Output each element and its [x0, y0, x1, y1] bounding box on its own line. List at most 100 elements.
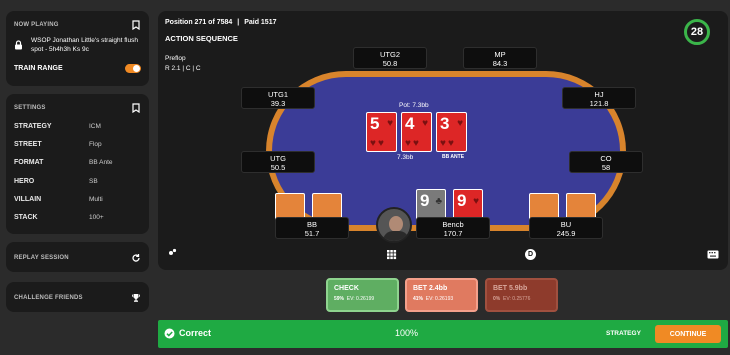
seat-hj[interactable]: HJ 121.8 — [562, 87, 636, 109]
seat-co[interactable]: CO 58 — [569, 151, 643, 173]
board-card-3: 3 ♥ ♥♥ — [436, 112, 467, 152]
setting-value: ICM — [89, 123, 101, 130]
action-frequency: 59% EV: 0.26199 — [334, 296, 391, 302]
now-playing-title[interactable]: WSOP Jonathan Little's straight flush sp… — [31, 36, 141, 54]
check-action-button[interactable]: CHECK 59% EV: 0.26199 — [326, 278, 399, 312]
train-range-toggle[interactable] — [125, 64, 141, 73]
seat-stack: 245.9 — [556, 229, 576, 238]
seat-name: UTG1 — [267, 90, 288, 99]
continue-button[interactable]: CONTINUE — [655, 325, 721, 343]
seat-bu[interactable]: BU 245.9 — [529, 217, 603, 239]
now-playing-heading: NOW PLAYING — [14, 22, 59, 28]
challenge-friends-label: CHALLENGE FRIENDS — [14, 295, 83, 301]
seat-stack: 50.5 — [270, 163, 286, 172]
seat-stack: 51.7 — [304, 229, 320, 238]
seat-name: Bencb — [442, 220, 464, 229]
setting-key: STRATEGY — [14, 123, 52, 130]
action-ev: EV: 0.26199 — [346, 296, 375, 302]
setting-key: STREET — [14, 141, 42, 148]
setting-hero[interactable]: HERO SB — [14, 178, 144, 185]
card-suit-pips: ♥♥ — [440, 138, 456, 149]
ante-label: BB ANTE — [442, 154, 465, 160]
setting-key: STACK — [14, 214, 38, 221]
poker-table-area: Position 271 of 7584 | Paid 1517 ACTION … — [158, 11, 728, 270]
train-range-row: TRAIN RANGE — [14, 64, 141, 73]
timer-badge: 28 — [684, 19, 710, 45]
seat-stack: 121.8 — [589, 99, 609, 108]
action-list: R 2.1 | C | C — [165, 65, 201, 72]
keyboard-icon[interactable] — [707, 250, 719, 259]
seat-stack: 50.8 — [382, 59, 398, 68]
card-suit-pips: ♥♥ — [370, 138, 386, 149]
setting-value: Multi — [89, 196, 103, 203]
board-card-2: 4 ♥ ♥♥ — [401, 112, 432, 152]
chips-icon[interactable] — [168, 247, 178, 257]
settings-panel: SETTINGS STRATEGY ICM STREET Flop FORMAT BB… — [6, 94, 149, 234]
refresh-icon — [132, 254, 140, 262]
seat-stack: 58 — [601, 163, 611, 172]
correct-label: Correct — [179, 328, 212, 338]
dealer-button: D — [525, 249, 536, 260]
position-info: Position 271 of 7584 | Paid 1517 — [165, 19, 277, 26]
seat-name: UTG — [270, 154, 286, 163]
replay-session-button[interactable]: REPLAY SESSION — [6, 242, 149, 272]
seat-stack: 170.7 — [443, 229, 463, 238]
settings-heading: SETTINGS — [14, 105, 46, 111]
setting-strategy[interactable]: STRATEGY ICM — [14, 123, 144, 130]
setting-format[interactable]: FORMAT BB Ante — [14, 159, 144, 166]
setting-key: HERO — [14, 178, 35, 185]
card-suit-pips: ♥♥ — [405, 138, 421, 149]
avatar — [376, 207, 412, 243]
grid-icon[interactable] — [386, 249, 397, 260]
bet-small-action-button[interactable]: BET 2.4bb 41% EV: 0.26193 — [405, 278, 478, 312]
bookmark-icon[interactable] — [131, 103, 141, 113]
card-suit: ♥ — [473, 196, 479, 207]
seat-name: BU — [560, 220, 572, 229]
bet-large-action-button[interactable]: BET 5.9bb 0% EV: 0.25776 — [485, 278, 558, 312]
setting-value: BB Ante — [89, 159, 113, 166]
card-suit: ♥ — [457, 118, 463, 129]
setting-street[interactable]: STREET Flop — [14, 141, 144, 148]
lock-icon — [15, 40, 22, 50]
seat-mp[interactable]: MP 84.3 — [463, 47, 537, 69]
action-sequence-title: ACTION SEQUENCE — [165, 34, 238, 43]
train-range-label: TRAIN RANGE — [14, 65, 63, 72]
card-rank: 4 — [405, 114, 415, 133]
replay-session-label: REPLAY SESSION — [14, 255, 69, 261]
now-playing-title-row: WSOP Jonathan Little's straight flush sp… — [14, 36, 141, 54]
now-playing-header: NOW PLAYING — [14, 20, 141, 30]
card-rank: 5 — [370, 114, 380, 133]
seat-utg2[interactable]: UTG2 50.8 — [353, 47, 427, 69]
seat-utg[interactable]: UTG 50.5 — [241, 151, 315, 173]
action-ev: EV: 0.25776 — [503, 296, 531, 302]
setting-key: FORMAT — [14, 159, 44, 166]
challenge-friends-button[interactable]: CHALLENGE FRIENDS — [6, 282, 149, 312]
street-label: Preflop — [165, 55, 186, 62]
seat-hero[interactable]: Bencb 170.7 — [416, 217, 490, 239]
action-label: BET 5.9bb — [493, 285, 528, 292]
pot-label: Pot: 7.3bb — [399, 102, 429, 109]
card-suit: ♥ — [422, 118, 428, 129]
strategy-link[interactable]: STRATEGY — [606, 330, 641, 337]
card-rank: 9 — [420, 191, 430, 210]
seat-bb[interactable]: BB 51.7 — [275, 217, 349, 239]
action-pct: 59% — [334, 296, 345, 302]
seat-stack: 84.3 — [492, 59, 508, 68]
action-frequency: 0% EV: 0.25776 — [493, 296, 550, 302]
seat-name: UTG2 — [379, 50, 400, 59]
setting-stack[interactable]: STACK 100+ — [14, 214, 144, 221]
seat-name: BB — [306, 220, 317, 229]
seat-stack: 39.3 — [270, 99, 286, 108]
board-card-1: 5 ♥ ♥♥ — [366, 112, 397, 152]
card-suit: ♣ — [435, 196, 442, 207]
seat-utg1[interactable]: UTG1 39.3 — [241, 87, 315, 109]
setting-villain[interactable]: VILLAIN Multi — [14, 196, 144, 203]
action-pct: 41% — [413, 296, 424, 302]
paid-text: Paid 1517 — [244, 19, 277, 26]
setting-key: VILLAIN — [14, 196, 42, 203]
action-label: CHECK — [334, 285, 359, 292]
card-rank: 9 — [457, 191, 467, 210]
result-bar: Correct 100% STRATEGY CONTINUE — [158, 320, 728, 348]
setting-value: Flop — [89, 141, 102, 148]
bookmark-icon[interactable] — [131, 20, 141, 30]
